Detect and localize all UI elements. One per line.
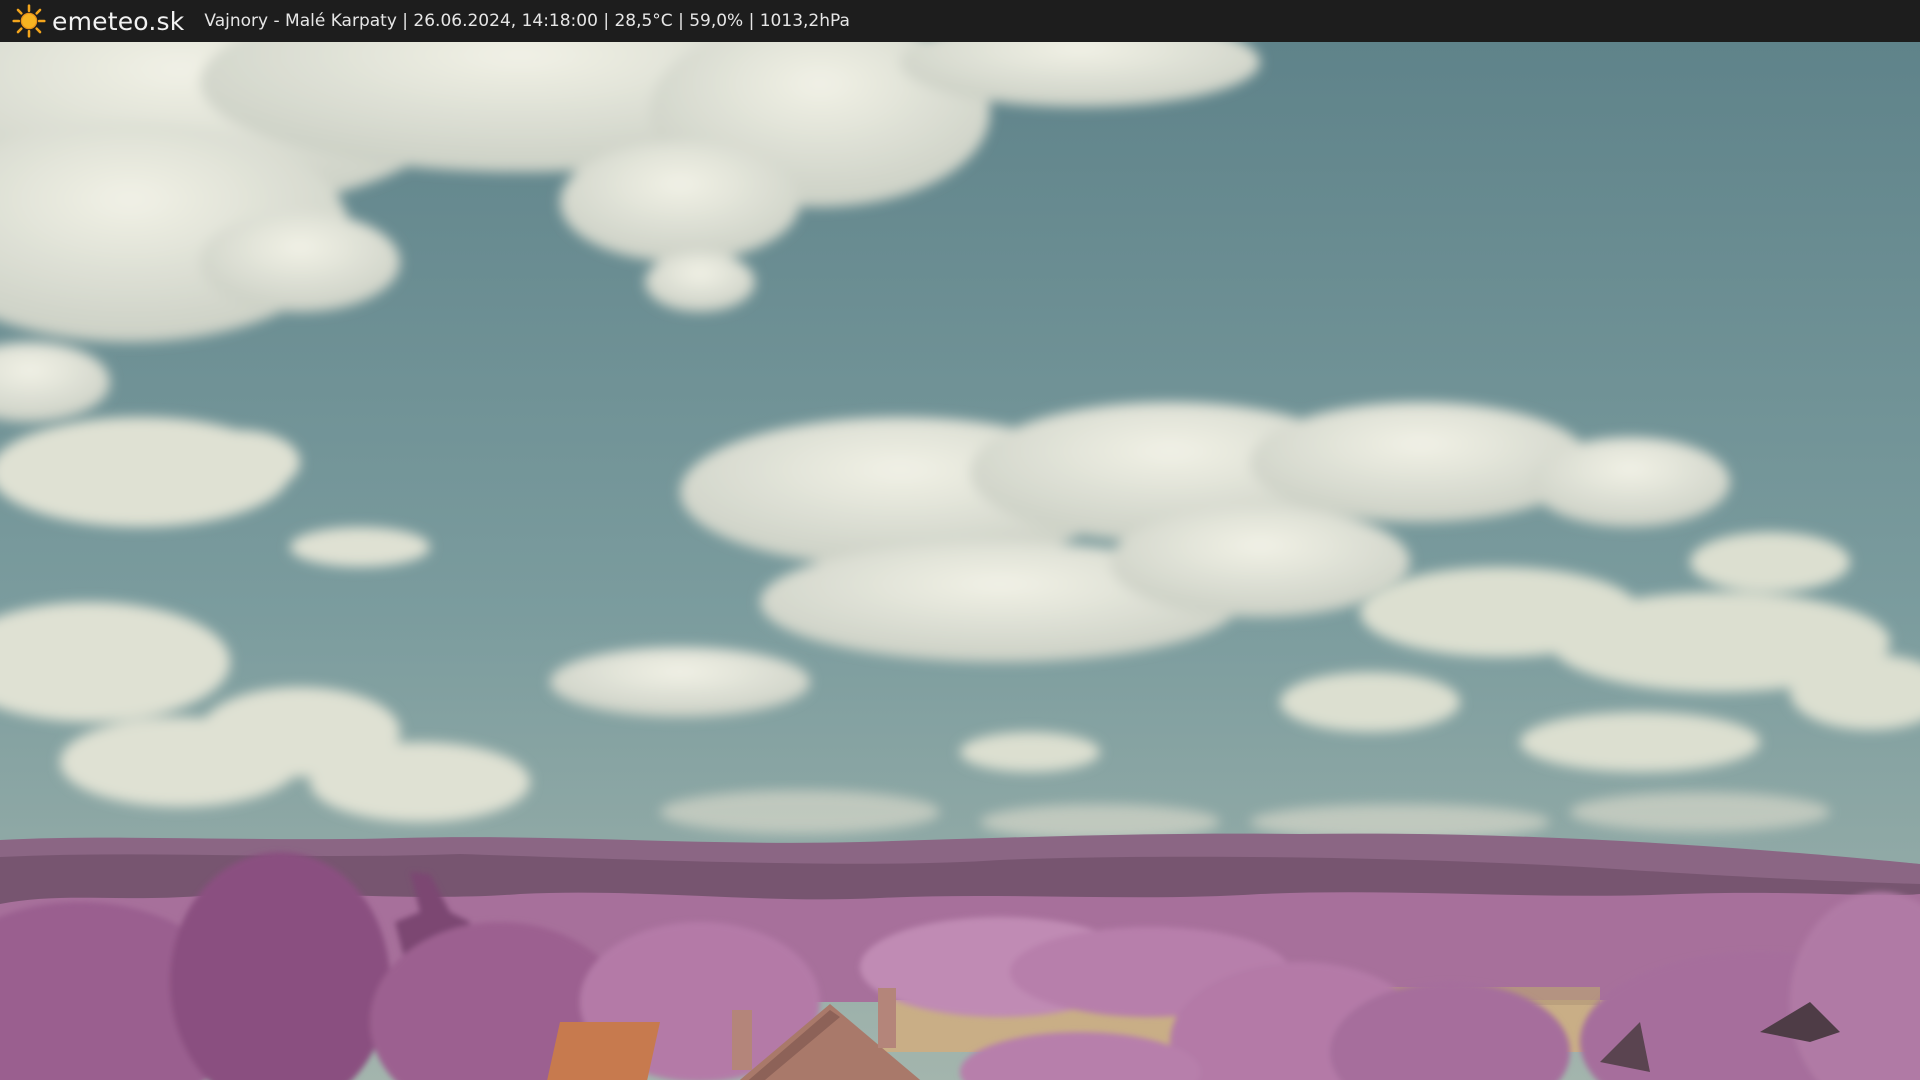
sun-icon [12, 4, 46, 38]
webcam-header-bar: emeteo.sk Vajnory - Malé Karpaty | 26.06… [0, 0, 1920, 42]
webcam-image [0, 42, 1920, 1080]
webcam-caption: Vajnory - Malé Karpaty | 26.06.2024, 14:… [204, 11, 850, 31]
logo-text: emeteo.sk [52, 6, 185, 36]
landscape-scene [0, 42, 1920, 1080]
house-left [547, 1022, 660, 1080]
emeteo-logo[interactable]: emeteo.sk [12, 4, 184, 38]
